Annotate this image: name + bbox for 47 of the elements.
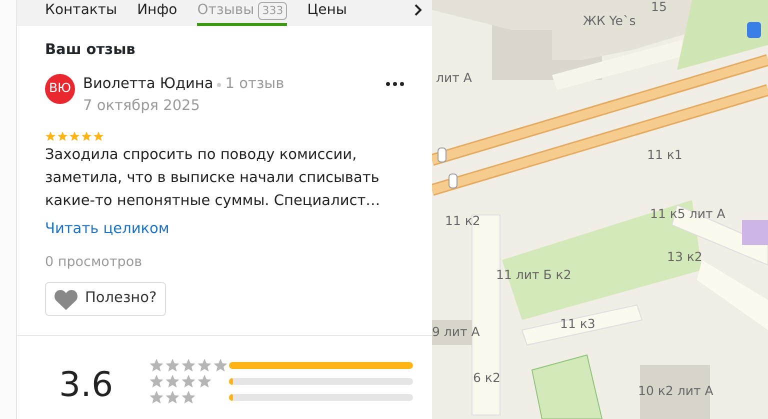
more-icon[interactable] xyxy=(386,82,404,86)
star-outline-icon xyxy=(165,374,180,389)
review-count: 333 xyxy=(258,2,288,20)
map-label: ЖК Ye`s xyxy=(583,14,636,28)
avatar: ВЮ xyxy=(45,74,75,104)
rating-score: 3.6 xyxy=(59,368,114,404)
map-label: 11 к5 лит А xyxy=(650,207,726,221)
star-outline-icon xyxy=(181,374,196,389)
review-text: Заходила спросить по поводу комиссии, заметила, что в выписке начали списывать какие-то непонятные суммы. Специалист… xyxy=(45,146,382,212)
star xyxy=(93,131,104,142)
star-outline-icon xyxy=(197,374,212,389)
star xyxy=(57,131,68,142)
map-label: 11 к2 xyxy=(445,214,480,228)
star-outline-icon xyxy=(213,358,228,373)
heart-icon xyxy=(54,288,78,310)
map-label: 11 к1 xyxy=(647,148,682,162)
tab[interactable]: Инфо xyxy=(137,0,178,26)
map-label: 13 к2 xyxy=(667,250,702,264)
map-label: 11 лит Б к2 xyxy=(496,268,572,282)
map-label: 9 лит А xyxy=(432,325,480,339)
star-outline-icon xyxy=(165,390,180,405)
star-outline-icon xyxy=(181,390,196,405)
star-outline-icon xyxy=(181,358,196,373)
chevron-right-icon[interactable] xyxy=(414,4,422,16)
star xyxy=(81,131,92,142)
author-name[interactable]: Виолетта Юдина xyxy=(83,74,214,96)
star-outline-icon xyxy=(197,358,212,373)
map-label: лит А xyxy=(436,71,472,85)
star xyxy=(69,131,80,142)
star-outline-icon xyxy=(149,374,164,389)
author-review-count: 1 отзыв xyxy=(225,74,284,94)
map-label: 15 xyxy=(651,0,667,14)
views-count: 0 просмотров xyxy=(45,253,144,272)
read-more-link[interactable]: Читать целиком xyxy=(45,219,170,241)
review-date: 7 октября 2025 xyxy=(83,96,202,116)
tab[interactable]: Цены xyxy=(307,0,347,26)
map-label: 6 к2 xyxy=(473,371,500,385)
star-outline-icon xyxy=(149,390,164,405)
helpful-button[interactable]: Полезно? xyxy=(45,282,166,316)
star xyxy=(45,131,56,142)
star-outline-icon xyxy=(149,358,164,373)
map-label: 11 к3 xyxy=(560,317,596,331)
separator-dot-icon xyxy=(217,82,222,87)
star-outline-icon xyxy=(165,358,180,373)
map-label: 10 к2 лит А xyxy=(638,384,714,398)
section-heading: Ваш отзыв xyxy=(45,41,136,60)
tab[interactable]: Контакты xyxy=(45,0,118,26)
